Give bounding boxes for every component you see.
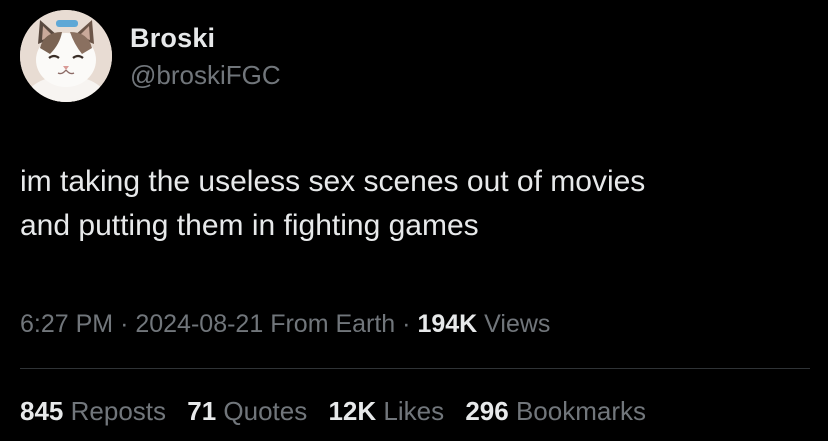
cat-avatar-icon[interactable] xyxy=(20,10,112,102)
tweet-meta: 6:27 PM · 2024-08-21 From Earth · 194K V… xyxy=(20,304,550,344)
likes-stat[interactable]: 12K Likes xyxy=(328,391,444,431)
tweet-date[interactable]: 2024-08-21 xyxy=(135,310,263,338)
quotes-label: Quotes xyxy=(223,396,308,426)
meta-separator-2: · xyxy=(402,310,411,338)
engagement-stats: 845 Reposts 71 Quotes 12K Likes 296 Book… xyxy=(20,391,660,431)
tweet-text: im taking the useless sex scenes out of … xyxy=(20,165,646,242)
author-display-name[interactable]: Broski xyxy=(130,20,281,56)
author-handle[interactable]: @broskiFGC xyxy=(130,56,281,94)
tweet-source: From Earth xyxy=(270,310,396,338)
reposts-label: Reposts xyxy=(70,396,167,426)
likes-label: Likes xyxy=(383,396,445,426)
views-count: 194K xyxy=(417,310,478,338)
quotes-count: 71 xyxy=(187,396,217,426)
tweet: Broski @broskiFGC im taking the useless … xyxy=(0,0,828,441)
bookmarks-count: 296 xyxy=(465,396,509,426)
tweet-time[interactable]: 6:27 PM xyxy=(20,310,113,338)
bookmarks-stat[interactable]: 296 Bookmarks xyxy=(465,391,646,431)
author-block: Broski @broskiFGC xyxy=(130,20,281,94)
reposts-count: 845 xyxy=(20,396,64,426)
divider xyxy=(20,368,810,369)
reposts-stat[interactable]: 845 Reposts xyxy=(20,391,166,431)
quotes-stat[interactable]: 71 Quotes xyxy=(187,391,307,431)
likes-count: 12K xyxy=(328,396,377,426)
meta-separator: · xyxy=(120,310,129,338)
bookmarks-label: Bookmarks xyxy=(515,396,647,426)
views-label: Views xyxy=(484,310,551,338)
